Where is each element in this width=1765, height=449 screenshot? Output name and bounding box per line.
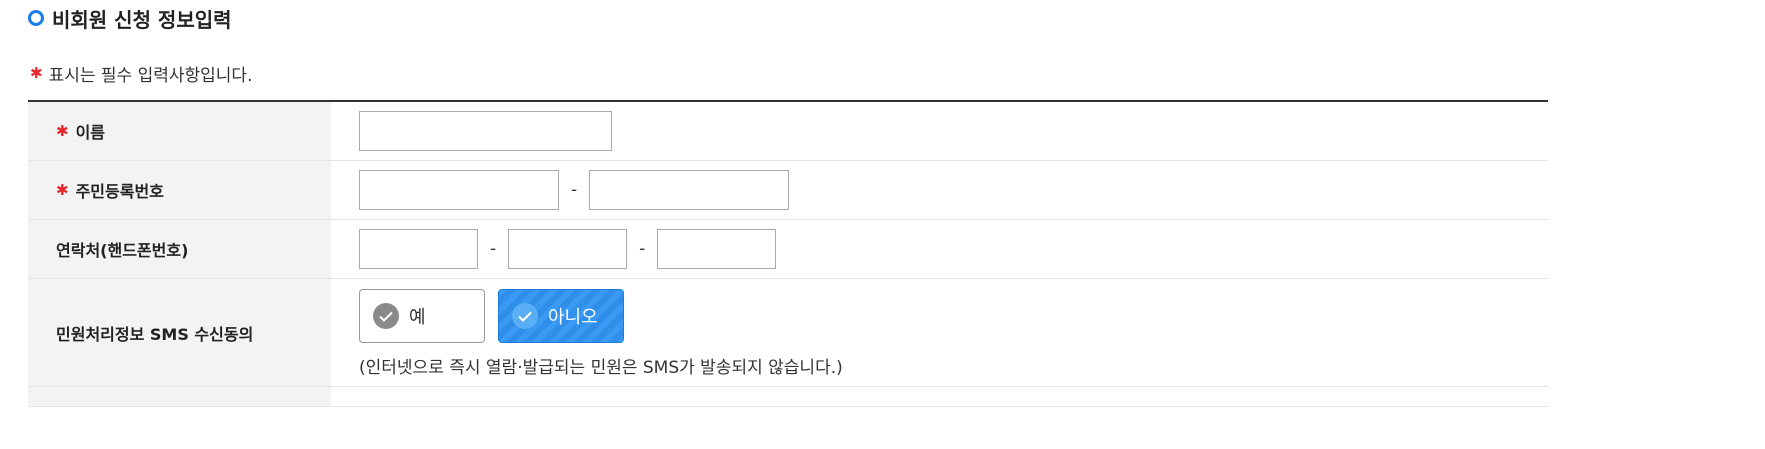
phone-part2-input[interactable] bbox=[508, 229, 628, 269]
ring-icon bbox=[28, 10, 44, 26]
section-title-text: 비회원 신청 정보입력 bbox=[52, 7, 232, 32]
sms-consent-label: 민원처리정보 SMS 수신동의 bbox=[56, 324, 254, 344]
next-value-cell bbox=[331, 387, 1548, 406]
form-row-next bbox=[28, 387, 1548, 407]
section-title: 비회원 신청 정보입력 bbox=[28, 4, 232, 32]
required-star-icon: ✱ bbox=[56, 180, 69, 199]
required-star-icon: ✱ bbox=[30, 63, 43, 82]
separator-dash: - bbox=[490, 239, 497, 259]
phone-value-cell: - - bbox=[331, 220, 1548, 278]
sms-consent-no-label: 아니오 bbox=[548, 307, 598, 328]
resident-number-front-input[interactable] bbox=[359, 170, 559, 210]
resident-number-label: 주민등록번호 bbox=[75, 182, 164, 201]
phone-label-cell: 연락처(핸드폰번호) bbox=[28, 220, 331, 278]
name-label-cell: ✱ 이름 bbox=[28, 102, 331, 160]
form-row-resident-number: ✱ 주민등록번호 - bbox=[28, 161, 1548, 220]
resident-number-back-input[interactable] bbox=[589, 170, 790, 210]
required-note-text: 표시는 필수 입력사항입니다. bbox=[48, 65, 253, 86]
name-value-cell bbox=[331, 102, 1548, 160]
phone-label: 연락처(핸드폰번호) bbox=[56, 241, 189, 260]
sms-consent-options: 예 아니오 bbox=[359, 289, 624, 343]
phone-part3-input[interactable] bbox=[657, 229, 777, 269]
sms-consent-yes-label: 예 bbox=[409, 307, 426, 328]
form-row-name: ✱ 이름 bbox=[28, 102, 1548, 161]
required-star-icon: ✱ bbox=[56, 121, 69, 140]
check-icon bbox=[512, 303, 538, 329]
separator-dash: - bbox=[571, 180, 578, 200]
form-row-sms-consent: 민원처리정보 SMS 수신동의 예 아니오 (인터넷으로 즉시 열람·발급되는 … bbox=[28, 279, 1548, 387]
check-icon bbox=[373, 303, 399, 329]
sms-consent-label-cell: 민원처리정보 SMS 수신동의 bbox=[28, 279, 331, 386]
separator-dash: - bbox=[639, 239, 646, 259]
phone-part1-input[interactable] bbox=[359, 229, 478, 269]
sms-consent-yes-button[interactable]: 예 bbox=[359, 289, 485, 343]
sms-consent-no-button[interactable]: 아니오 bbox=[498, 289, 624, 343]
next-label-cell bbox=[28, 387, 331, 406]
sms-consent-value-cell: 예 아니오 (인터넷으로 즉시 열람·발급되는 민원은 SMS가 발송되지 않습… bbox=[331, 279, 1548, 386]
form-row-phone: 연락처(핸드폰번호) - - bbox=[28, 220, 1548, 279]
sms-consent-note: (인터넷으로 즉시 열람·발급되는 민원은 SMS가 발송되지 않습니다.) bbox=[359, 358, 843, 378]
applicant-form-table: ✱ 이름 ✱ 주민등록번호 - 연락처(핸드폰번호) - - 민원처리정보 SM… bbox=[28, 100, 1548, 407]
resident-number-label-cell: ✱ 주민등록번호 bbox=[28, 161, 331, 219]
resident-number-value-cell: - bbox=[331, 161, 1548, 219]
required-note: ✱ 표시는 필수 입력사항입니다. bbox=[30, 62, 253, 86]
name-input[interactable] bbox=[359, 111, 612, 151]
name-label: 이름 bbox=[75, 123, 106, 142]
